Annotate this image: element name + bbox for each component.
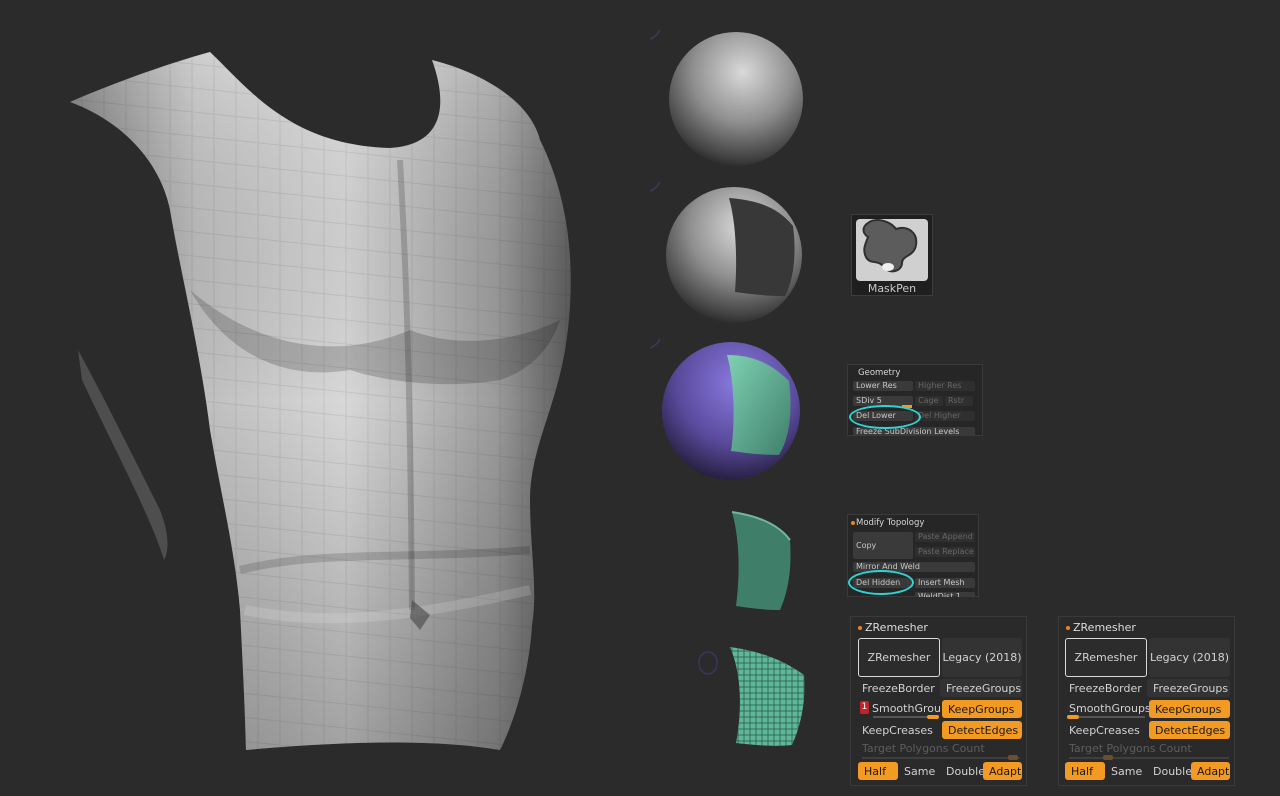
cursor-mark-3 — [648, 337, 662, 351]
freeze-border-button[interactable]: FreezeBorder — [856, 679, 938, 697]
weld-dist-slider[interactable]: WeldDist 1 — [915, 592, 975, 597]
double-button[interactable]: Double — [940, 762, 985, 780]
cursor-mark-1 — [648, 28, 662, 42]
freeze-groups-button[interactable]: FreezeGroups — [940, 679, 1022, 697]
freeze-border-button[interactable]: FreezeBorder — [1063, 679, 1145, 697]
freeze-groups-button[interactable]: FreezeGroups — [1147, 679, 1230, 697]
zremesher-button[interactable]: ZRemesher — [858, 638, 940, 677]
remeshed-patch[interactable] — [696, 645, 808, 749]
modify-topology-panel: Modify Topology Copy Paste Append Paste … — [847, 514, 979, 597]
zremesher-title: ZRemesher — [858, 621, 928, 634]
same-button[interactable]: Same — [1105, 762, 1147, 780]
maskpen-label: MaskPen — [867, 282, 917, 295]
sphere-base[interactable] — [668, 31, 804, 167]
geometry-panel: Geometry Lower Res Higher Res SDiv 5 Cag… — [847, 364, 983, 436]
smooth-groups-knob — [927, 715, 939, 719]
zremesher-panel-right: ZRemesher ZRemesher Legacy (2018) Freeze… — [1058, 616, 1235, 786]
keep-groups-button[interactable]: KeepGroups — [1149, 700, 1230, 718]
sphere-masked[interactable] — [665, 186, 803, 324]
lower-res-button[interactable]: Lower Res — [853, 381, 913, 391]
maskpen-thumbnail — [856, 219, 928, 281]
keep-groups-button[interactable]: KeepGroups — [942, 700, 1022, 718]
legacy-2018-button[interactable]: Legacy (2018) — [1149, 638, 1230, 677]
keep-creases-button[interactable]: KeepCreases — [1063, 721, 1147, 739]
detect-edges-button[interactable]: DetectEdges — [1149, 721, 1230, 739]
paste-append-button[interactable]: Paste Append — [915, 532, 975, 542]
copy-button[interactable]: Copy — [853, 532, 913, 559]
target-polygons-slider[interactable]: Target Polygons Count — [862, 742, 985, 755]
target-polygons-knob — [1103, 755, 1113, 760]
rstr-button[interactable]: Rstr — [945, 396, 973, 406]
zremesher-button[interactable]: ZRemesher — [1065, 638, 1147, 677]
modify-topology-dot-icon — [851, 521, 855, 525]
freeze-subdivision-button[interactable]: Freeze SubDivision Levels — [853, 427, 975, 436]
half-button[interactable]: Half — [858, 762, 898, 780]
modify-topology-title: Modify Topology — [856, 518, 925, 528]
zremesher-title: ZRemesher — [1066, 621, 1136, 634]
geometry-title: Geometry — [858, 368, 901, 378]
isolated-patch[interactable] — [728, 510, 792, 612]
target-polygons-knob — [1008, 755, 1018, 760]
target-polygons-track — [862, 757, 1020, 759]
cage-button[interactable]: Cage — [915, 396, 943, 406]
double-button[interactable]: Double — [1147, 762, 1192, 780]
insert-mesh-button[interactable]: Insert Mesh — [915, 578, 975, 588]
detect-edges-button[interactable]: DetectEdges — [942, 721, 1022, 739]
paste-replace-button[interactable]: Paste Replace — [915, 547, 975, 557]
half-button[interactable]: Half — [1065, 762, 1105, 780]
cursor-mark-2 — [648, 180, 662, 194]
del-hidden-highlight-ring — [848, 570, 914, 595]
higher-res-button[interactable]: Higher Res — [915, 381, 975, 391]
torso-mesh-viewport[interactable] — [60, 50, 580, 760]
legacy-2018-button[interactable]: Legacy (2018) — [942, 638, 1022, 677]
sphere-polygroups[interactable] — [661, 341, 801, 481]
adapt-button[interactable]: Adapt — [1191, 762, 1230, 780]
maskpen-brush-tile[interactable]: MaskPen — [851, 214, 933, 296]
adapt-button[interactable]: Adapt — [983, 762, 1022, 780]
keep-creases-button[interactable]: KeepCreases — [856, 721, 938, 739]
del-higher-button[interactable]: Del Higher — [915, 411, 975, 421]
del-lower-highlight-ring — [849, 405, 921, 429]
target-polygons-track — [1069, 757, 1229, 759]
same-button[interactable]: Same — [898, 762, 938, 780]
zremesher-panel-left: ZRemesher ZRemesher Legacy (2018) Freeze… — [850, 616, 1027, 786]
target-polygons-slider[interactable]: Target Polygons Count — [1069, 742, 1192, 755]
smooth-groups-knob — [1067, 715, 1079, 719]
